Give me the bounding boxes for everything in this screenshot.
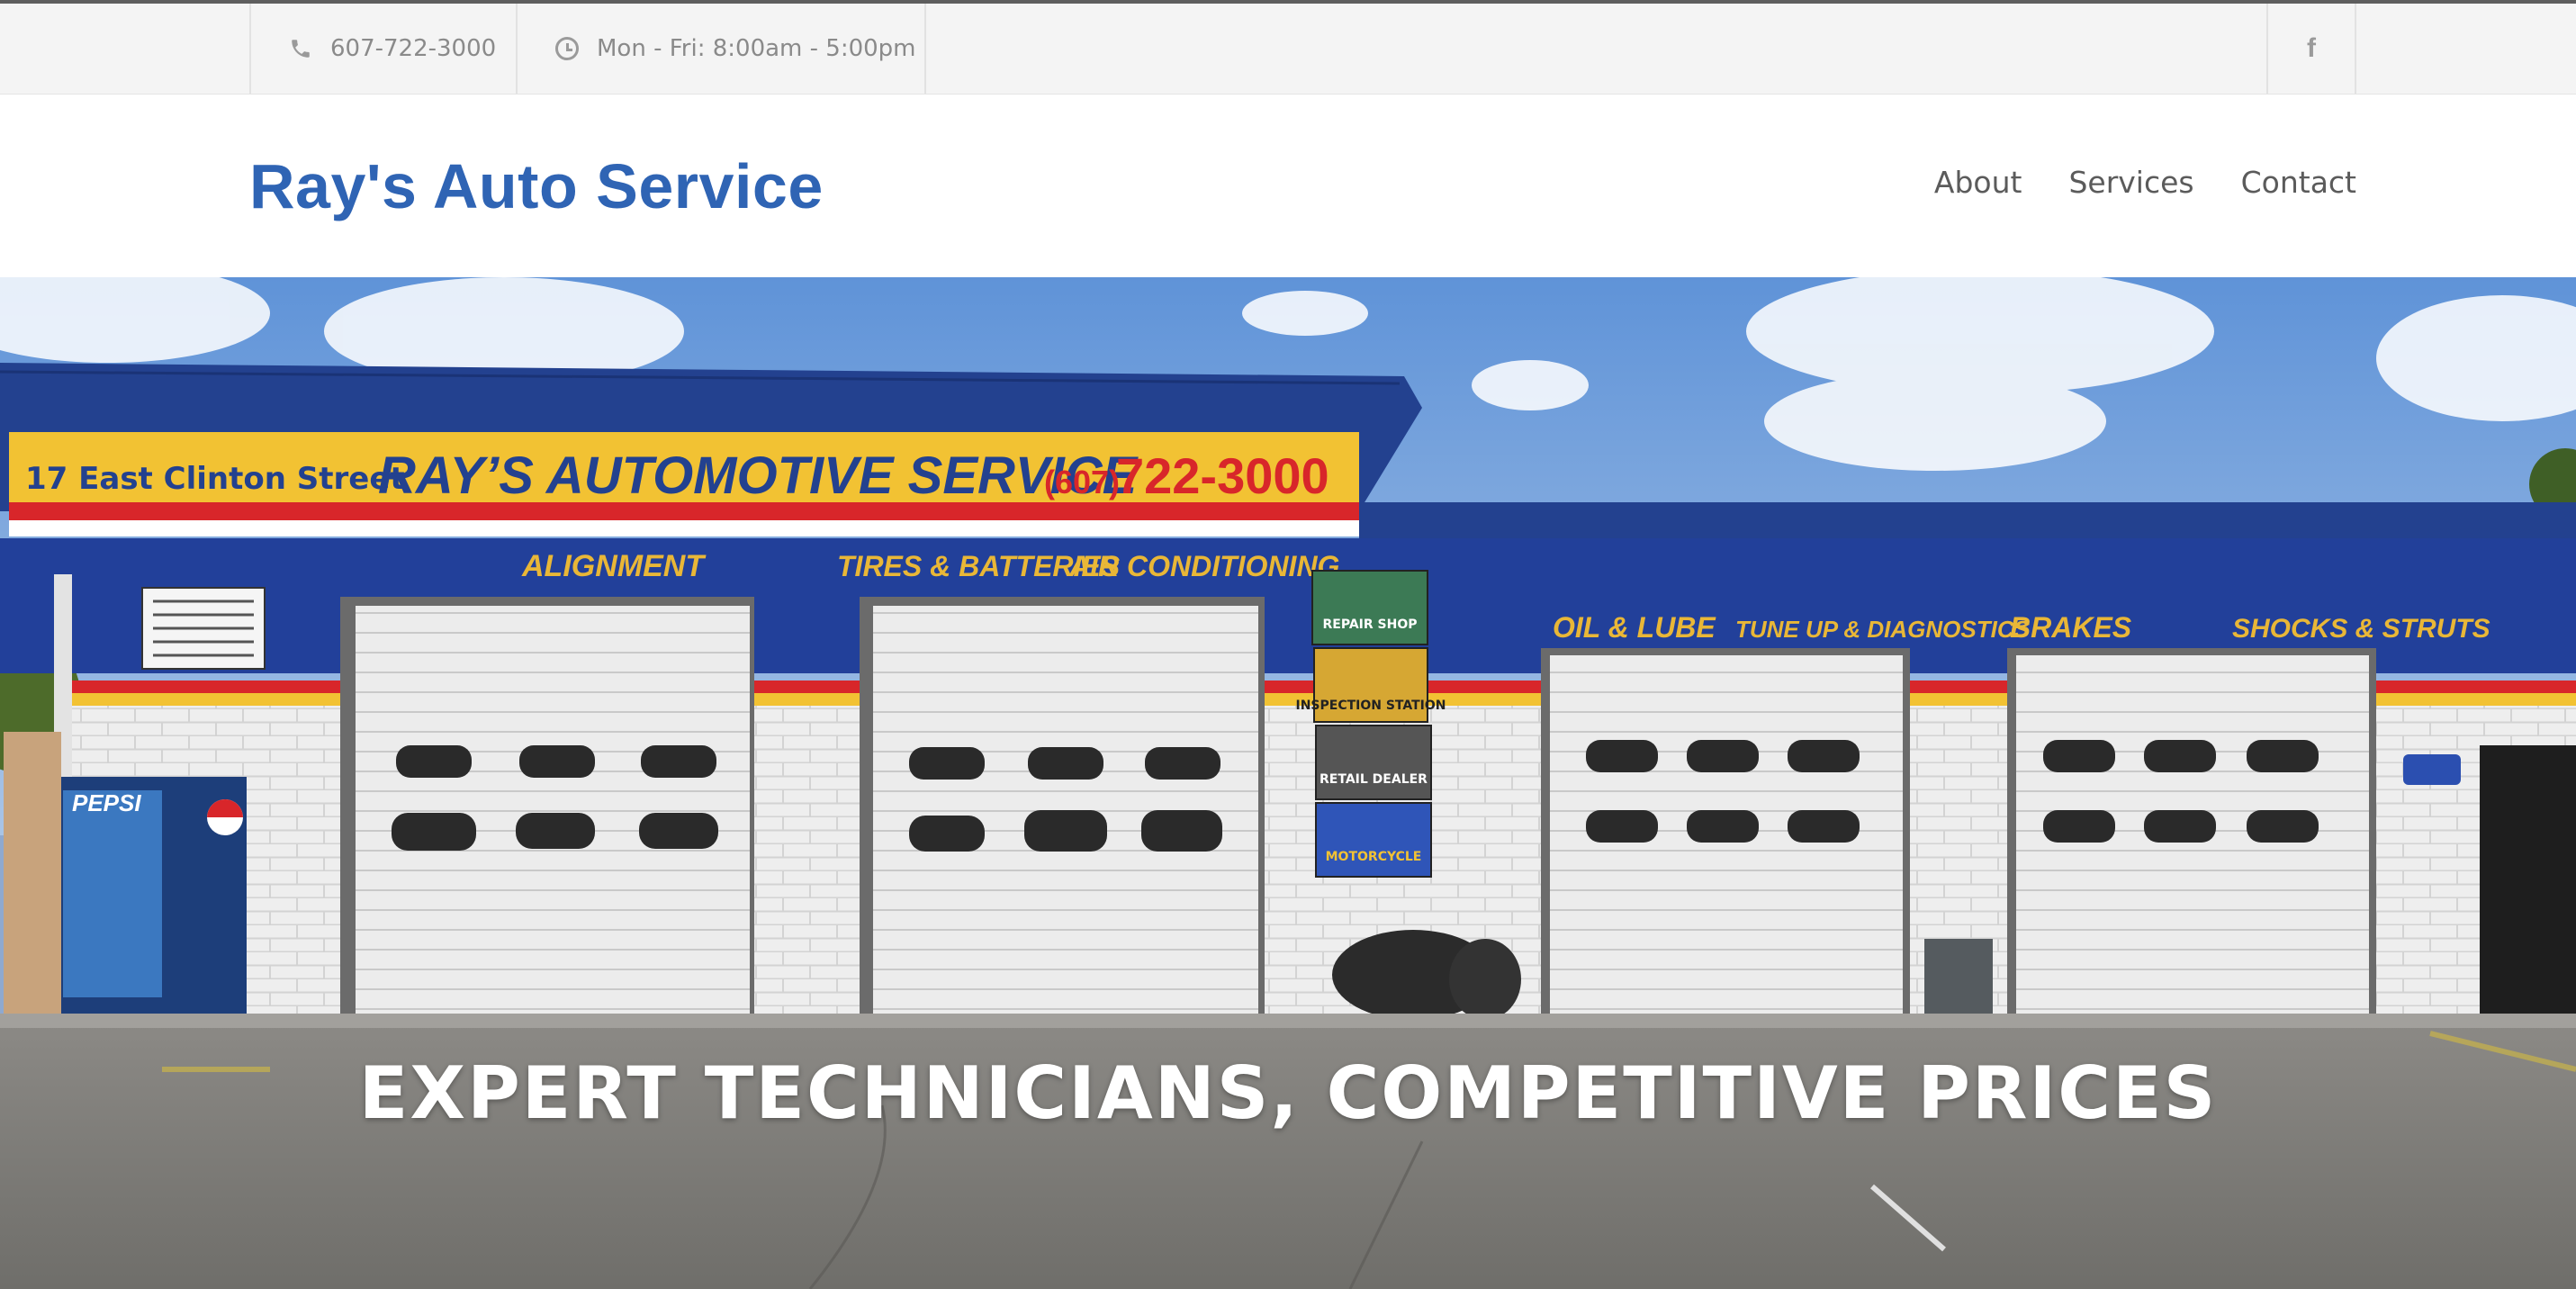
main-nav: About Services Contact [1934, 165, 2356, 200]
phone-info[interactable]: 607-722-3000 [249, 4, 516, 94]
hero-headline: EXPERT TECHNICIANS, COMPETITIVE PRICES [358, 1051, 2218, 1135]
hours-info: Mon - Fri: 8:00am - 5:00pm [516, 4, 926, 94]
business-hours: Mon - Fri: 8:00am - 5:00pm [597, 35, 916, 62]
top-info-bar: 607-722-3000 Mon - Fri: 8:00am - 5:00pm … [0, 4, 2576, 95]
cert-motorcycle: MOTORCYCLE [1326, 850, 1422, 864]
site-header: Ray's Auto Service About Services Contac… [0, 95, 2576, 277]
phone-icon [289, 37, 312, 60]
sign-phone-area: (607) [1044, 464, 1120, 500]
site-logo[interactable]: Ray's Auto Service [249, 150, 824, 222]
clock-icon [555, 37, 579, 60]
nav-services[interactable]: Services [2068, 165, 2193, 200]
facebook-link[interactable]: f [2266, 4, 2356, 94]
vending-brand: PEPSI [72, 789, 141, 816]
nav-contact[interactable]: Contact [2241, 165, 2356, 200]
hero-banner: 17 East Clinton Street RAY’S AUTOMOTIVE … [0, 277, 2576, 1289]
cert-dealer: RETAIL DEALER [1320, 772, 1428, 787]
bay-label-oil: OIL & LUBE [1553, 611, 1716, 644]
sign-business-name: RAY’S AUTOMOTIVE SERVICE [378, 446, 1139, 505]
bay-label-brakes: BRAKES [2010, 611, 2132, 644]
sign-street: 17 East Clinton Street [25, 461, 405, 497]
sign-phone: 722-3000 [1116, 447, 1329, 504]
bay-label-alignment: ALIGNMENT [521, 549, 707, 583]
bay-label-shocks: SHOCKS & STRUTS [2232, 614, 2490, 644]
bay-label-ac: AIR CONDITIONING [1068, 550, 1339, 582]
cert-repair-shop: REPAIR SHOP [1323, 617, 1418, 632]
facebook-icon: f [2307, 33, 2316, 63]
cert-inspection: INSPECTION STATION [1295, 699, 1446, 713]
nav-about[interactable]: About [1934, 165, 2022, 200]
phone-number: 607-722-3000 [330, 35, 497, 62]
bay-label-tuneup: TUNE UP & DIAGNOSTICS [1735, 616, 2031, 643]
hero-photo-garage: 17 East Clinton Street RAY’S AUTOMOTIVE … [0, 277, 2576, 1289]
